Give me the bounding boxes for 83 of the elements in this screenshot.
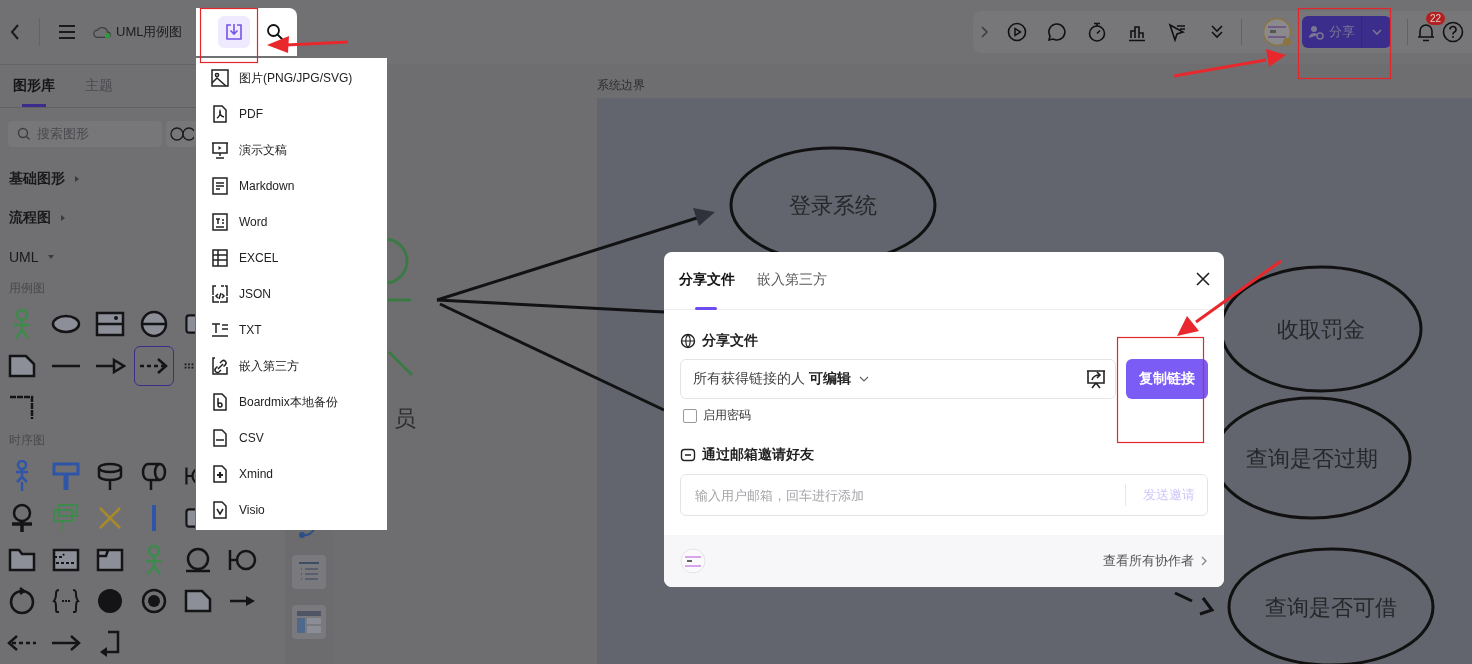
line-icon	[50, 362, 82, 369]
link-icon	[210, 356, 230, 376]
chevron-down-icon	[858, 376, 869, 382]
cloud-icon	[92, 24, 112, 40]
export-menu-item[interactable]: EXCEL	[196, 240, 387, 276]
search-icon	[17, 126, 31, 141]
export-menu-item[interactable]: Xmind	[196, 456, 387, 492]
help-icon[interactable]	[1442, 21, 1464, 43]
sidebar-tab[interactable]: 图形库	[13, 65, 55, 107]
use-case-label: 收取罚金	[1277, 317, 1365, 342]
dotted-line-icon	[183, 360, 195, 371]
image-icon	[210, 68, 230, 88]
menu-icon[interactable]	[58, 25, 76, 39]
document-icon	[210, 212, 230, 232]
dropdown-button[interactable]	[1362, 16, 1391, 48]
export-button[interactable]	[218, 16, 250, 48]
document-icon	[210, 428, 230, 448]
actor-label: 员	[394, 406, 416, 431]
document-title: UML用例图	[116, 23, 183, 41]
section-header[interactable]: 流程图	[9, 198, 67, 238]
globe-icon	[680, 333, 696, 349]
presentation-share-icon[interactable]	[1085, 368, 1107, 390]
layout-icon[interactable]	[292, 605, 326, 639]
section-title: 分享文件	[702, 332, 758, 350]
access-dropdown[interactable]: 所有获得链接的人 可编辑	[680, 359, 1116, 399]
dialog-tab[interactable]: 分享文件	[679, 252, 735, 309]
notification-badge: 22	[1426, 12, 1446, 25]
use-case-label: 登录系统	[789, 193, 877, 218]
shape-option[interactable]	[134, 345, 174, 386]
circles-icon[interactable]	[170, 126, 194, 141]
export-menu-item[interactable]: Boardmix本地备份	[196, 384, 387, 420]
list-icon[interactable]	[292, 555, 326, 589]
connector-arrow	[1173, 591, 1215, 616]
avatar	[680, 548, 706, 574]
arrow-icon	[50, 634, 82, 653]
dialog-tab[interactable]: 嵌入第三方	[757, 252, 827, 309]
bar-icon	[150, 502, 158, 533]
section-header[interactable]: UML	[9, 237, 55, 277]
arrow-icon	[227, 594, 257, 609]
export-menu-item[interactable]: TXT	[196, 312, 387, 348]
text-icon	[210, 320, 230, 340]
presentation-icon	[210, 140, 230, 160]
export-menu-item[interactable]: 嵌入第三方	[196, 348, 387, 384]
export-menu-item[interactable]: PDF	[196, 96, 387, 132]
copy-link-button[interactable]: 复制链接	[1126, 359, 1208, 399]
annotation-box	[199, 7, 259, 64]
chevron-right-icon	[1200, 555, 1208, 567]
checkbox-label: 启用密码	[703, 407, 751, 424]
lifeline-icon	[50, 460, 82, 493]
bell-icon[interactable]	[1416, 22, 1436, 42]
code-file-icon	[210, 284, 230, 304]
export-menu-item[interactable]: 图片(PNG/JPG/SVG)	[196, 60, 387, 96]
document-icon	[210, 176, 230, 196]
section-title: 通过邮箱邀请好友	[702, 446, 814, 464]
pointer-icon[interactable]	[1167, 22, 1187, 42]
search-icon[interactable]	[266, 23, 284, 41]
back-icon[interactable]	[9, 23, 21, 41]
download-icon	[224, 22, 244, 42]
section-header[interactable]: 基础图形	[9, 159, 81, 199]
export-menu-item[interactable]: Markdown	[196, 168, 387, 204]
document-icon	[210, 464, 230, 484]
document-icon	[210, 500, 230, 520]
export-menu-item[interactable]: JSON	[196, 276, 387, 312]
chevron-right-icon[interactable]	[979, 25, 989, 39]
play-icon[interactable]	[1007, 22, 1027, 42]
export-menu-item[interactable]: Word	[196, 204, 387, 240]
user-plus-icon	[1308, 24, 1324, 40]
close-icon[interactable]	[1196, 272, 1210, 286]
export-menu-item[interactable]: CSV	[196, 420, 387, 456]
use-case-label: 查询是否可借	[1265, 595, 1397, 620]
document-icon	[210, 104, 230, 124]
checkbox[interactable]	[683, 408, 697, 423]
timer-icon[interactable]	[1087, 22, 1107, 42]
mail-icon	[680, 447, 696, 463]
chevron-down-icon	[1370, 28, 1383, 36]
boundary-label: 系统边界	[597, 78, 645, 92]
use-case-label: 查询是否过期	[1246, 446, 1378, 471]
export-menu-item[interactable]: Visio	[196, 492, 387, 528]
document-icon	[210, 392, 230, 412]
comment-icon[interactable]	[1047, 22, 1067, 42]
table-icon	[210, 248, 230, 268]
collaborators-link[interactable]: 查看所有协作者	[1103, 552, 1194, 570]
export-menu-item[interactable]: 演示文稿	[196, 132, 387, 168]
